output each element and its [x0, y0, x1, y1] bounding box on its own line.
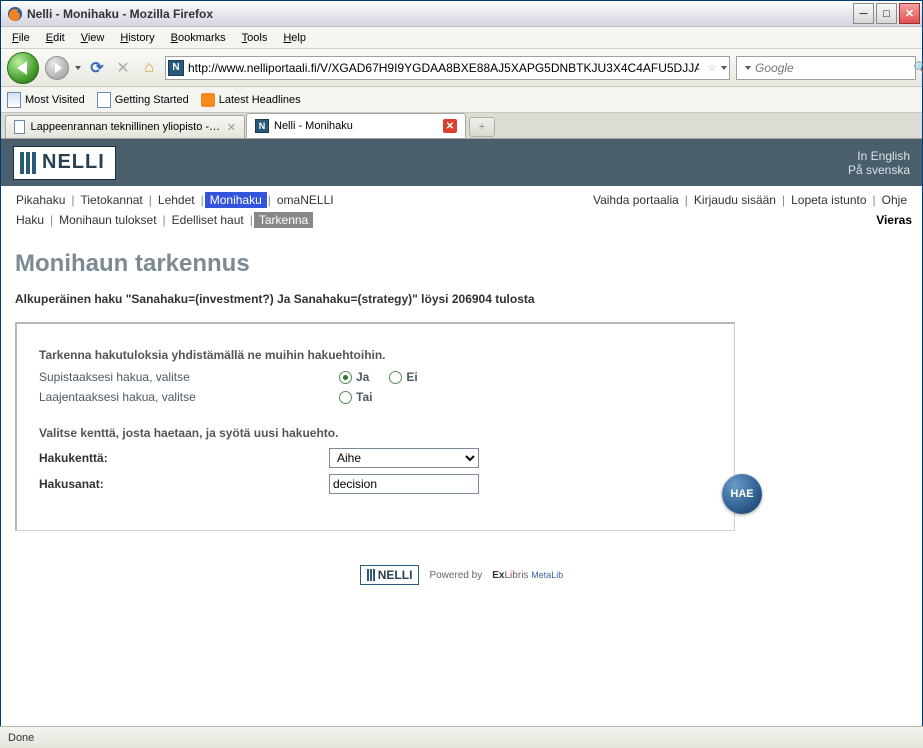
- menu-file[interactable]: File: [5, 30, 37, 46]
- search-words-input[interactable]: [329, 474, 479, 494]
- nelli-logo[interactable]: NELLI: [13, 146, 116, 180]
- bookmarks-toolbar: Most Visited Getting Started Latest Head…: [1, 87, 922, 113]
- tab-label: Lappeenrannan teknillinen yliopisto - Te…: [30, 121, 221, 133]
- rss-icon: [201, 93, 215, 107]
- words-label: Hakusanat:: [39, 477, 329, 491]
- language-links: In English På svenska: [848, 149, 910, 177]
- nav-omanelli[interactable]: omaNELLI: [272, 192, 339, 208]
- primary-nav: Pikahaku| Tietokannat| Lehdet| Monihaku|…: [1, 186, 922, 210]
- form-hint-1: Tarkenna hakutuloksia yhdistämällä ne mu…: [39, 348, 712, 362]
- menu-bookmarks[interactable]: Bookmarks: [164, 30, 233, 46]
- subnav-edelliset[interactable]: Edelliset haut: [167, 212, 249, 228]
- window-title: Nelli - Monihaku - Mozilla Firefox: [27, 7, 853, 21]
- field-label: Hakukenttä:: [39, 451, 329, 465]
- back-button[interactable]: [7, 52, 39, 84]
- tab-close-icon[interactable]: ✕: [443, 119, 457, 133]
- search-engine-dropdown-icon[interactable]: [745, 66, 751, 70]
- url-bar[interactable]: N ☆: [165, 56, 730, 80]
- refine-form-panel: Tarkenna hakutuloksia yhdistämällä ne mu…: [15, 322, 735, 531]
- bookmark-label: Most Visited: [25, 94, 85, 106]
- minimize-button[interactable]: ─: [853, 3, 874, 24]
- bookmark-most-visited[interactable]: Most Visited: [7, 92, 85, 108]
- window-titlebar: Nelli - Monihaku - Mozilla Firefox ─ □ ✕: [1, 1, 922, 27]
- sub-nav: Haku| Monihaun tulokset| Edelliset haut|…: [1, 210, 922, 234]
- tab-close-icon[interactable]: ✕: [227, 121, 236, 134]
- search-bar[interactable]: 🔍: [736, 56, 916, 80]
- search-input[interactable]: [755, 61, 912, 75]
- radio-ei-label: Ei: [406, 370, 417, 384]
- footer-nelli-logo[interactable]: NELLI: [360, 565, 420, 585]
- menu-bar: File Edit View History Bookmarks Tools H…: [1, 27, 922, 49]
- firefox-icon: [7, 6, 23, 22]
- menu-view[interactable]: View: [74, 30, 112, 46]
- bookmark-label: Latest Headlines: [219, 94, 301, 106]
- page-title: Monihaun tarkennus: [15, 250, 908, 278]
- site-favicon: N: [255, 119, 269, 133]
- url-input[interactable]: [184, 61, 703, 75]
- nav-tietokannat[interactable]: Tietokannat: [76, 192, 148, 208]
- bookmark-label: Getting Started: [115, 94, 189, 106]
- menu-tools[interactable]: Tools: [235, 30, 275, 46]
- lang-english-link[interactable]: In English: [848, 149, 910, 163]
- status-bar: Done: [0, 726, 923, 748]
- site-favicon: N: [168, 60, 184, 76]
- browser-tab-2[interactable]: N Nelli - Monihaku ✕: [246, 113, 466, 138]
- bookmark-latest-headlines[interactable]: Latest Headlines: [201, 93, 301, 107]
- footer-logos: NELLI Powered by ExLibris MetaLib: [15, 565, 908, 585]
- radio-tai[interactable]: [339, 391, 352, 404]
- page-content: NELLI In English På svenska Pikahaku| Ti…: [1, 139, 922, 595]
- history-dropdown-icon[interactable]: [75, 66, 81, 70]
- search-field-select[interactable]: Aihe: [329, 448, 479, 468]
- maximize-button[interactable]: □: [876, 3, 897, 24]
- nav-pikahaku[interactable]: Pikahaku: [11, 192, 70, 208]
- radio-ja-label: Ja: [356, 370, 369, 384]
- original-query-text: Alkuperäinen haku "Sanahaku=(investment?…: [15, 292, 908, 306]
- menu-edit[interactable]: Edit: [39, 30, 72, 46]
- nav-monihaku[interactable]: Monihaku: [205, 192, 267, 208]
- logo-text: NELLI: [42, 151, 105, 174]
- nav-lehdet[interactable]: Lehdet: [153, 192, 200, 208]
- lang-swedish-link[interactable]: På svenska: [848, 163, 910, 177]
- nav-kirjaudu[interactable]: Kirjaudu sisään: [689, 192, 781, 208]
- page-icon: [97, 92, 111, 108]
- window-close-button[interactable]: ✕: [899, 3, 920, 24]
- nav-ohje[interactable]: Ohje: [877, 192, 912, 208]
- status-text: Done: [8, 732, 34, 744]
- nav-lopeta[interactable]: Lopeta istunto: [786, 192, 871, 208]
- powered-by-text: Powered by: [429, 570, 482, 581]
- form-hint-2: Valitse kenttä, josta haetaan, ja syötä …: [39, 426, 712, 440]
- radio-tai-label: Tai: [356, 390, 372, 404]
- browser-tab-1[interactable]: Lappeenrannan teknillinen yliopisto - Te…: [5, 115, 245, 138]
- nav-toolbar: ⟳ ✕ ⌂ N ☆ 🔍: [1, 49, 922, 87]
- reload-button[interactable]: ⟳: [87, 58, 107, 78]
- bookmark-getting-started[interactable]: Getting Started: [97, 92, 189, 108]
- subnav-tulokset[interactable]: Monihaun tulokset: [54, 212, 161, 228]
- nav-vaihda-portaalia[interactable]: Vaihda portaalia: [588, 192, 684, 208]
- url-dropdown-icon[interactable]: [721, 66, 727, 70]
- radio-ja[interactable]: [339, 371, 352, 384]
- subnav-haku[interactable]: Haku: [11, 212, 49, 228]
- hae-submit-button[interactable]: HAE: [722, 474, 762, 514]
- menu-help[interactable]: Help: [276, 30, 313, 46]
- page-icon: [7, 92, 21, 108]
- expand-label: Laajentaaksesi hakua, valitse: [39, 390, 339, 404]
- tab-strip: Lappeenrannan teknillinen yliopisto - Te…: [1, 113, 922, 139]
- radio-ei[interactable]: [389, 371, 402, 384]
- user-status: Vieras: [876, 212, 912, 228]
- subnav-tarkenna[interactable]: Tarkenna: [254, 212, 313, 228]
- site-header: NELLI In English På svenska: [1, 139, 922, 186]
- stop-button[interactable]: ✕: [113, 58, 133, 78]
- bookmark-star-icon[interactable]: ☆: [703, 61, 721, 74]
- exlibris-logo[interactable]: ExLibris MetaLib: [492, 570, 563, 581]
- home-button[interactable]: ⌂: [139, 58, 159, 78]
- narrow-label: Supistaaksesi hakua, valitse: [39, 370, 339, 384]
- menu-history[interactable]: History: [113, 30, 161, 46]
- search-go-icon[interactable]: 🔍: [912, 61, 923, 74]
- tab-label: Nelli - Monihaku: [274, 120, 353, 132]
- page-icon: [14, 120, 25, 134]
- forward-button[interactable]: [45, 56, 69, 80]
- new-tab-button[interactable]: +: [469, 117, 495, 137]
